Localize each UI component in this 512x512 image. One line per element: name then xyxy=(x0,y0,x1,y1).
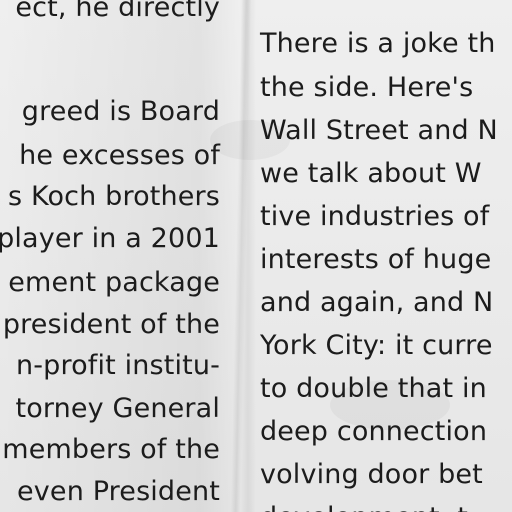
right-line-4: we talk about W xyxy=(260,158,482,189)
right-line-2: the side. Here's xyxy=(260,72,474,103)
right-line-8: York City: it curre xyxy=(260,330,493,361)
right-line-11: volving door bet xyxy=(260,459,483,490)
left-line-6: ement package xyxy=(8,267,220,298)
left-line-8: n-profit institu- xyxy=(16,350,220,381)
right-line-3: Wall Street and N xyxy=(260,115,498,146)
right-line-7: and again, and N xyxy=(260,287,494,318)
right-line-10: deep connection xyxy=(260,416,488,447)
right-line-6: interests of huge xyxy=(260,244,492,275)
left-line-4: s Koch brothers xyxy=(8,181,220,212)
right-text-column: There is a joke th the side. Here's Wall… xyxy=(256,0,512,512)
right-line-1: There is a joke th xyxy=(260,28,496,59)
left-line-7: president of the xyxy=(2,309,220,340)
left-line-3: he excesses of xyxy=(19,140,220,171)
left-line-2: greed is Board xyxy=(21,96,220,127)
left-line-1: ect, he directly xyxy=(15,0,220,23)
left-line-5: player in a 2001 xyxy=(0,223,220,254)
right-line-5: tive industries of xyxy=(260,201,490,232)
left-line-10: members of the xyxy=(2,434,220,465)
left-line-11: even President xyxy=(17,476,220,507)
right-line-9: to double that in xyxy=(260,373,487,404)
right-line-12: development, t xyxy=(260,504,468,512)
left-line-9: torney General xyxy=(15,393,220,424)
left-text-column: ect, he directly greed is Board he exces… xyxy=(0,0,238,512)
scanned-page: ect, he directly greed is Board he exces… xyxy=(0,0,512,512)
